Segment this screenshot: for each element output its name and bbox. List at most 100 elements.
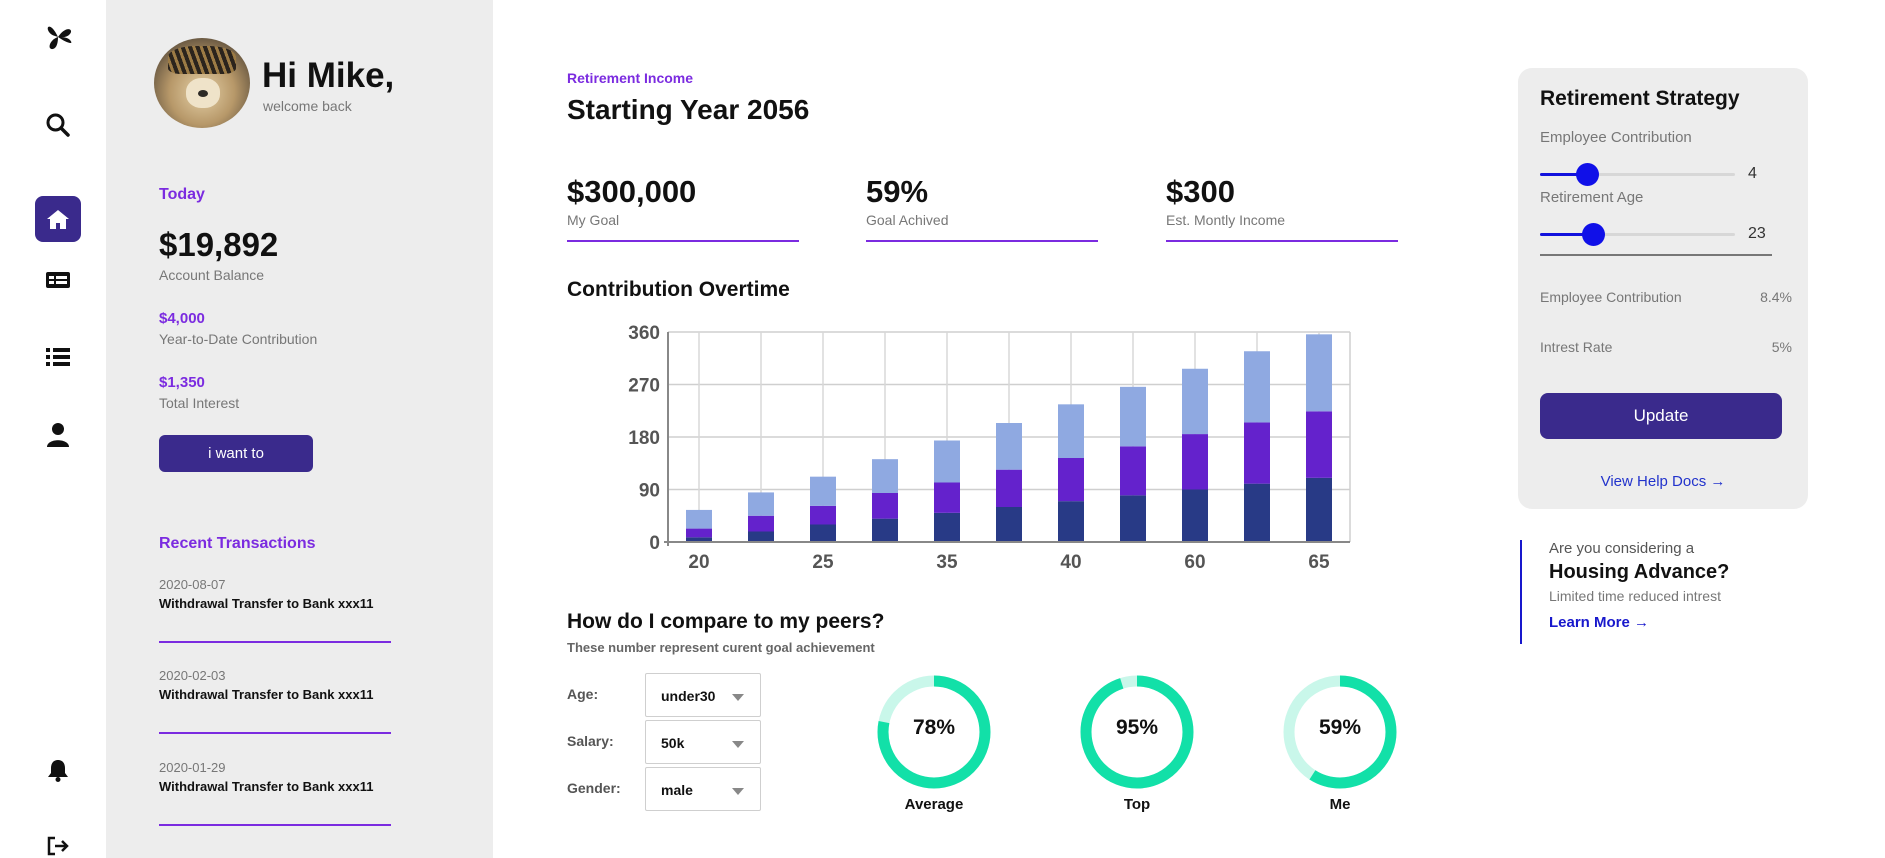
help-docs-link[interactable]: View Help Docs → (1518, 473, 1808, 490)
kpi-label: Goal Achived (866, 212, 949, 228)
i-want-to-button[interactable]: i want to (159, 435, 313, 472)
row-value: 8.4% (1760, 289, 1792, 305)
kpi-value: $300,000 (567, 174, 697, 209)
row-label: Employee Contribution (1540, 289, 1682, 305)
select-value: 50k (661, 735, 685, 751)
y-tick-label: 270 (628, 376, 660, 397)
chart-bar (934, 512, 960, 542)
chart-bar (1182, 434, 1208, 490)
update-button[interactable]: Update (1540, 393, 1782, 439)
retirement-age-label: Retirement Age (1540, 189, 1644, 206)
age-select[interactable]: under30 (645, 673, 761, 717)
select-value: male (661, 782, 693, 798)
table-icon[interactable] (35, 257, 81, 303)
bell-icon[interactable] (35, 747, 81, 793)
chart-bar (934, 482, 960, 513)
gauge-value: 59% (1318, 716, 1362, 739)
avatar[interactable] (154, 38, 250, 128)
greeting: Hi Mike, (262, 56, 395, 95)
row-label: Intrest Rate (1540, 339, 1613, 355)
chart-bar (1306, 334, 1332, 412)
chart-bar (1182, 368, 1208, 435)
gauge-average: 78% Average (874, 672, 994, 818)
chart-bar (748, 492, 774, 516)
transaction-description: Withdrawal Transfer to Bank xxx11 (159, 687, 374, 702)
chart-title: Contribution Overtime (567, 278, 790, 301)
transaction-item[interactable]: 2020-01-29 Withdrawal Transfer to Bank x… (159, 760, 391, 826)
chart-bar (748, 515, 774, 532)
divider (1540, 254, 1772, 256)
slider-thumb[interactable] (1581, 223, 1605, 246)
y-tick-label: 360 (628, 323, 660, 344)
chart-bar (1058, 458, 1084, 502)
chart-bar (1120, 495, 1146, 542)
search-icon[interactable] (35, 102, 81, 148)
x-tick-label: 35 (936, 552, 958, 573)
y-tick-label: 90 (639, 481, 660, 502)
chart-bar (996, 469, 1022, 507)
transaction-item[interactable]: 2020-02-03 Withdrawal Transfer to Bank x… (159, 668, 391, 734)
chart-bar (686, 509, 712, 529)
peers-subtitle: These number represent curent goal achie… (567, 640, 875, 655)
ytd-contribution-label: Year-to-Date Contribution (159, 331, 318, 347)
chart-bar (996, 423, 1022, 470)
contribution-chart: 0 90 180 270 360 20 25 35 40 60 65 (628, 323, 1351, 573)
today-label: Today (159, 186, 205, 203)
retirement-strategy-card: Retirement Strategy Employee Contributio… (1518, 68, 1808, 509)
section-kicker: Retirement Income (567, 70, 694, 86)
strategy-row: Employee Contribution 8.4% (1540, 289, 1792, 305)
list-icon[interactable] (35, 334, 81, 380)
chart-bar (810, 505, 836, 525)
x-tick-label: 25 (812, 552, 834, 573)
total-interest-label: Total Interest (159, 395, 240, 411)
user-icon[interactable] (35, 412, 81, 458)
gender-select[interactable]: male (645, 767, 761, 811)
row-value: 5% (1771, 339, 1792, 355)
gauge-value: 78% (912, 716, 956, 739)
ytd-contribution-value: $4,000 (159, 310, 205, 327)
promo-title: Housing Advance? (1549, 561, 1730, 583)
y-tick-label: 180 (628, 428, 660, 449)
transaction-date: 2020-01-29 (159, 760, 226, 775)
logout-icon[interactable] (35, 823, 81, 858)
x-tick-label: 20 (688, 552, 709, 573)
chart-bar (1058, 501, 1084, 542)
contribution-slider[interactable] (1540, 160, 1735, 188)
chevron-down-icon (732, 788, 744, 795)
retirement-age-slider[interactable] (1540, 220, 1735, 248)
kpi-label: Est. Montly Income (1166, 212, 1286, 228)
chart-bar (872, 518, 898, 542)
greeting-subtitle: welcome back (263, 98, 352, 114)
transaction-description: Withdrawal Transfer to Bank xxx11 (159, 596, 374, 611)
housing-advance-promo: Are you considering a Housing Advance? L… (1520, 540, 1760, 644)
chart-bar (1120, 386, 1146, 447)
chart-bar (810, 476, 836, 506)
chart-bar (1306, 411, 1332, 478)
kpi-value: $300 (1166, 174, 1235, 209)
account-balance-label: Account Balance (159, 267, 265, 283)
x-tick-label: 60 (1184, 552, 1205, 573)
gauge-top: 95% Top (1077, 672, 1197, 818)
app-root: Hi Mike, welcome back Today $19,892 Acco… (0, 0, 1885, 858)
salary-select[interactable]: 50k (645, 720, 761, 764)
chevron-down-icon (732, 694, 744, 701)
home-icon[interactable] (35, 196, 81, 242)
learn-more-link[interactable]: Learn More → (1549, 614, 1649, 631)
x-tick-label: 65 (1308, 552, 1330, 573)
strategy-title: Retirement Strategy (1540, 87, 1740, 110)
kpi-my-goal: $300,000 My Goal (567, 174, 799, 242)
transaction-item[interactable]: 2020-08-07 Withdrawal Transfer to Bank x… (159, 577, 391, 643)
chart-bar (934, 440, 960, 483)
chart-bar (1244, 483, 1270, 542)
contribution-slider-value: 4 (1748, 165, 1757, 182)
chart-bar (748, 531, 774, 542)
logo-leaf-icon[interactable] (35, 14, 81, 60)
transaction-description: Withdrawal Transfer to Bank xxx11 (159, 779, 374, 794)
chart-bar (1120, 446, 1146, 496)
x-tick-label: 40 (1060, 552, 1081, 573)
gauge-me: 59% Me (1280, 672, 1400, 818)
account-balance-value: $19,892 (159, 226, 279, 263)
slider-thumb[interactable] (1575, 163, 1599, 186)
total-interest-value: $1,350 (159, 374, 205, 391)
chart-bar (996, 507, 1022, 542)
